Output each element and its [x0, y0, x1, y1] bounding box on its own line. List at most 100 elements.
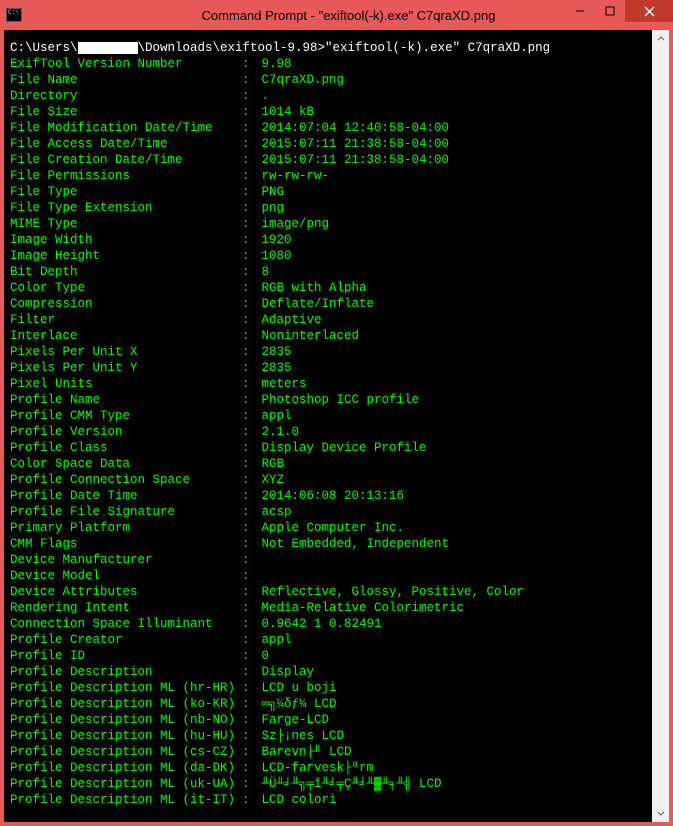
output-row: Device Attributes: Reflective, Glossy, P…: [10, 584, 646, 600]
output-row: Profile Description ML (cs-CZ): Barevn├╜…: [10, 744, 646, 760]
property-value: C7qraXD.png: [254, 73, 344, 87]
property-value: 1014 kB: [254, 105, 314, 119]
property-value: PNG: [254, 185, 284, 199]
output-row: Directory: .: [10, 88, 646, 104]
output-row: File Creation Date/Time: 2015:07:11 21:3…: [10, 152, 646, 168]
property-value: Sz├¡nes LCD: [254, 729, 344, 743]
output-row: Filter: Adaptive: [10, 312, 646, 328]
property-value: 2015:07:11 21:38:58-04:00: [254, 153, 449, 167]
output-row: Connection Space Illuminant: 0.9642 1 0.…: [10, 616, 646, 632]
titlebar[interactable]: C:\ Command Prompt - "exiftool(-k).exe" …: [0, 0, 673, 30]
property-key: Profile Creator: [10, 632, 242, 648]
output-row: Compression: Deflate/Inflate: [10, 296, 646, 312]
maximize-button[interactable]: [595, 0, 625, 22]
output-row: Device Manufacturer:: [10, 552, 646, 568]
output-row: Image Height: 1080: [10, 248, 646, 264]
output-row: Profile Description: Display: [10, 664, 646, 680]
minimize-button[interactable]: [565, 0, 595, 22]
window-controls: [565, 0, 673, 22]
property-value: 2.1.0: [254, 425, 299, 439]
property-key: Filter: [10, 312, 242, 328]
output-row: Profile Date Time: 2014:06:08 20:13:16: [10, 488, 646, 504]
property-key: File Size: [10, 104, 242, 120]
property-value: 2014:06:08 20:13:16: [254, 489, 404, 503]
terminal-output[interactable]: C:\Users\\Downloads\exiftool-9.98>"exift…: [4, 30, 652, 822]
output-row: Color Type: RGB with Alpha: [10, 280, 646, 296]
property-key: File Type: [10, 184, 242, 200]
property-value: Noninterlaced: [254, 329, 359, 343]
scroll-track[interactable]: [652, 47, 669, 805]
property-value: LCD u boji: [254, 681, 337, 695]
output-row: File Permissions: rw-rw-rw-: [10, 168, 646, 184]
output-row: Primary Platform: Apple Computer Inc.: [10, 520, 646, 536]
output-row: Pixels Per Unit Y: 2835: [10, 360, 646, 376]
property-key: Pixels Per Unit X: [10, 344, 242, 360]
close-button[interactable]: [625, 0, 673, 22]
output-row: MIME Type: image/png: [10, 216, 646, 232]
property-key: Compression: [10, 296, 242, 312]
output-row: Pixels Per Unit X: 2835: [10, 344, 646, 360]
output-row: Bit Depth: 8: [10, 264, 646, 280]
property-value: .: [254, 89, 269, 103]
output-row: Profile ID: 0: [10, 648, 646, 664]
property-key: Color Type: [10, 280, 242, 296]
output-row: Profile Description ML (uk-UA): ╨Ü╨╛╨╗╤î…: [10, 776, 646, 792]
scroll-down-button[interactable]: [652, 805, 669, 822]
property-value: rw-rw-rw-: [254, 169, 329, 183]
property-value: png: [254, 201, 284, 215]
property-value: Reflective, Glossy, Positive, Color: [254, 585, 524, 599]
output-row: Profile Connection Space: XYZ: [10, 472, 646, 488]
property-key: Profile Description: [10, 664, 242, 680]
vertical-scrollbar[interactable]: [652, 30, 669, 822]
property-value: 2835: [254, 361, 292, 375]
output-row: Profile Creator: appl: [10, 632, 646, 648]
property-key: Profile Description ML (uk-UA): [10, 776, 242, 792]
property-value: image/png: [254, 217, 329, 231]
property-key: Profile Name: [10, 392, 242, 408]
property-value: Not Embedded, Independent: [254, 537, 449, 551]
property-value: Display: [254, 665, 314, 679]
property-key: Profile Description ML (nb-NO): [10, 712, 242, 728]
property-key: Rendering Intent: [10, 600, 242, 616]
property-value: acsp: [254, 505, 292, 519]
property-key: Directory: [10, 88, 242, 104]
property-key: Profile File Signature: [10, 504, 242, 520]
output-row: File Type: PNG: [10, 184, 646, 200]
property-value: XYZ: [254, 473, 284, 487]
output-row: File Name: C7qraXD.png: [10, 72, 646, 88]
property-value: Apple Computer Inc.: [254, 521, 404, 535]
property-key: File Modification Date/Time: [10, 120, 242, 136]
property-key: Device Attributes: [10, 584, 242, 600]
property-key: Profile Description ML (ko-KR): [10, 696, 242, 712]
output-row: Profile File Signature: acsp: [10, 504, 646, 520]
property-key: Primary Platform: [10, 520, 242, 536]
close-icon: [644, 6, 655, 17]
property-key: Device Model: [10, 568, 242, 584]
command-line: C:\Users\\Downloads\exiftool-9.98>"exift…: [10, 40, 646, 56]
property-value: 9.98: [254, 57, 292, 71]
output-row: File Access Date/Time: 2015:07:11 21:38:…: [10, 136, 646, 152]
output-row: Rendering Intent: Media-Relative Colorim…: [10, 600, 646, 616]
property-key: Profile Connection Space: [10, 472, 242, 488]
client-area: C:\Users\\Downloads\exiftool-9.98>"exift…: [0, 30, 673, 826]
property-key: Image Width: [10, 232, 242, 248]
property-key: ExifTool Version Number: [10, 56, 242, 72]
property-key: Bit Depth: [10, 264, 242, 280]
property-key: File Permissions: [10, 168, 242, 184]
property-value: LCD colori: [254, 793, 337, 807]
output-row: Profile Version: 2.1.0: [10, 424, 646, 440]
property-value: Adaptive: [254, 313, 322, 327]
scroll-up-button[interactable]: [652, 30, 669, 47]
output-row: Pixel Units: meters: [10, 376, 646, 392]
output-row: Profile Description ML (hu-HU): Sz├¡nes …: [10, 728, 646, 744]
property-key: MIME Type: [10, 216, 242, 232]
output-row: Profile CMM Type: appl: [10, 408, 646, 424]
output-row: Color Space Data: RGB: [10, 456, 646, 472]
property-key: File Creation Date/Time: [10, 152, 242, 168]
output-row: File Modification Date/Time: 2014:07:04 …: [10, 120, 646, 136]
property-value: meters: [254, 377, 307, 391]
property-key: Profile ID: [10, 648, 242, 664]
property-value: appl: [254, 633, 292, 647]
output-row: ExifTool Version Number: 9.98: [10, 56, 646, 72]
output-row: File Type Extension: png: [10, 200, 646, 216]
